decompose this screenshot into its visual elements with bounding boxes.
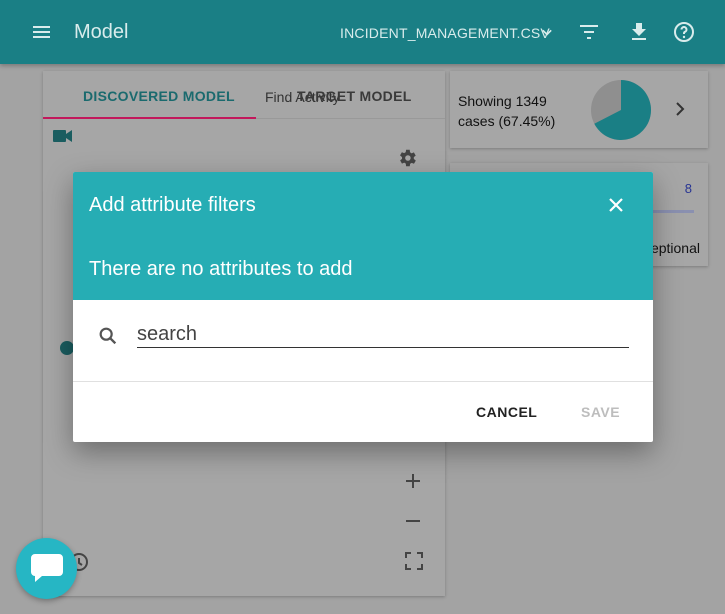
save-button[interactable]: SAVE	[581, 404, 620, 420]
file-selector[interactable]: INCIDENT_MANAGEMENT.CSV	[340, 25, 550, 41]
add-attribute-filters-dialog: Add attribute filters There are no attri…	[73, 172, 653, 442]
help-icon[interactable]	[672, 20, 696, 44]
cancel-button[interactable]: CANCEL	[476, 404, 537, 420]
chevron-down-icon[interactable]	[537, 22, 557, 42]
dialog-title: Add attribute filters	[89, 194, 256, 216]
app-bar: Model INCIDENT_MANAGEMENT.CSV	[0, 0, 725, 64]
dialog-header: Add attribute filters There are no attri…	[73, 172, 653, 300]
dialog-message: There are no attributes to add	[89, 258, 353, 280]
menu-icon[interactable]	[30, 20, 54, 44]
filter-icon[interactable]	[577, 20, 601, 44]
search-input[interactable]	[137, 322, 629, 348]
chat-launcher-button[interactable]	[16, 538, 77, 599]
download-icon[interactable]	[627, 20, 651, 44]
search-icon	[99, 327, 117, 345]
close-icon[interactable]	[605, 194, 627, 216]
chat-icon	[31, 554, 63, 582]
page-title: Model	[74, 21, 129, 43]
dialog-divider	[73, 381, 653, 382]
